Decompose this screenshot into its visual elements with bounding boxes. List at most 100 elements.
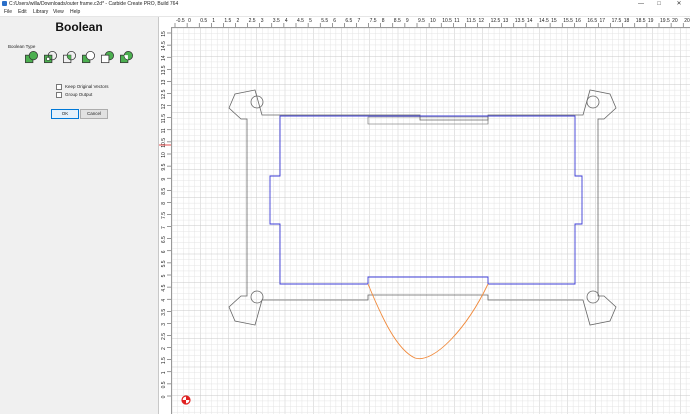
ruler-top-label: 12	[479, 18, 485, 24]
group-output-row: Group Output	[56, 91, 92, 98]
ruler-top-label: 20	[672, 18, 678, 24]
canvas-grid	[172, 28, 690, 414]
boolean-reverse-subtract-icon[interactable]	[100, 50, 115, 65]
ruler-top-label: 4.5	[297, 18, 304, 24]
boolean-exclude-icon[interactable]	[119, 50, 134, 65]
ruler-left-label: 4	[161, 299, 167, 302]
ok-button[interactable]: OK	[51, 109, 79, 119]
ruler-top-label: 4	[285, 18, 288, 24]
ruler-top-label: 9	[406, 18, 409, 24]
panel-title: Boolean	[55, 20, 103, 34]
ruler-top-label: 8	[382, 18, 385, 24]
ruler-top-label: 19	[648, 18, 654, 24]
ruler-top-label: 1.5	[224, 18, 231, 24]
ruler-left-label: 14.5	[161, 41, 167, 51]
ruler-top-label: 15	[551, 18, 557, 24]
boolean-join-icon[interactable]	[43, 50, 58, 65]
ruler-top-label: 6.5	[345, 18, 352, 24]
app-logo-icon	[2, 1, 7, 6]
ruler-top-label: 5.5	[321, 18, 328, 24]
ruler-left-label: 6	[161, 250, 167, 253]
mounting-hole-bottom-right[interactable]	[586, 290, 600, 304]
ruler-top-label: 18	[624, 18, 630, 24]
ruler-top-label: 3.5	[273, 18, 280, 24]
boolean-intersect-icon[interactable]	[62, 50, 77, 65]
ruler-top-label: 14.5	[539, 18, 549, 24]
menu-help[interactable]: Help	[70, 8, 80, 16]
ruler-left-label: 12	[161, 104, 167, 110]
ruler-top-label: 16.5	[587, 18, 597, 24]
ruler-top-label: 1	[212, 18, 215, 24]
ruler-top-label: 13	[503, 18, 509, 24]
menu-file[interactable]: File	[4, 8, 12, 16]
ruler-left-label: 13	[161, 79, 167, 85]
keep-original-row: Keep Original Vectors	[56, 83, 109, 90]
ruler-top-label: 0	[188, 18, 191, 24]
menu-bar: File Edit Library View Help	[0, 8, 690, 17]
top-slot-vector[interactable]	[367, 116, 489, 125]
ruler-top-label: 0.5	[200, 18, 207, 24]
boolean-union-icon[interactable]	[24, 50, 39, 65]
title-bar: C:/Users/willa/Downloads/outer frame.c2d…	[0, 0, 690, 8]
ruler-left-label: 2	[161, 347, 167, 350]
cancel-button[interactable]: Cancel	[80, 109, 108, 119]
minimize-icon[interactable]: —	[634, 0, 648, 8]
ruler-left-label: 9.5	[161, 163, 167, 170]
group-output-label: Group Output	[65, 92, 93, 97]
ruler-top-label: 3	[261, 18, 264, 24]
close-icon[interactable]: ✕	[672, 0, 686, 8]
ruler-left-label: 1	[161, 371, 167, 374]
maximize-icon[interactable]: □	[652, 0, 666, 8]
ruler-left-label: 15	[161, 31, 167, 37]
ruler-corner	[159, 17, 171, 27]
ruler-left-label: 12.5	[161, 89, 167, 99]
ruler-left-label: 11	[161, 128, 167, 133]
mounting-hole-top-right[interactable]	[586, 95, 600, 109]
ruler-top-label: 11	[454, 18, 459, 24]
ruler-top-label: 7.5	[370, 18, 377, 24]
ruler-left-label: 3.5	[161, 309, 167, 316]
ruler-top-label: 14	[527, 18, 533, 24]
keep-original-checkbox[interactable]	[56, 83, 62, 90]
group-output-checkbox[interactable]	[56, 91, 62, 98]
menu-library[interactable]: Library	[33, 8, 48, 16]
menu-edit[interactable]: Edit	[18, 8, 27, 16]
boolean-type-label: Boolean Type	[8, 44, 36, 49]
ruler-left-label: 13.5	[161, 65, 167, 75]
vertical-ruler: 1514.51413.51312.51211.51110.5109.598.58…	[159, 27, 172, 414]
ruler-top-label: 19.5	[660, 18, 670, 24]
ruler-left-label: 5	[161, 274, 167, 277]
ruler-left-label: 14	[161, 55, 167, 61]
ruler-top-label: 13.5	[515, 18, 525, 24]
window-title: C:/Users/willa/Downloads/outer frame.c2d…	[9, 1, 179, 7]
ruler-top-label: 20.5	[684, 18, 690, 24]
design-canvas[interactable]	[172, 28, 690, 414]
menu-view[interactable]: View	[53, 8, 64, 16]
ruler-left-label: 8	[161, 202, 167, 205]
ruler-top-label: 2.5	[249, 18, 256, 24]
boolean-subtract-icon[interactable]	[81, 50, 96, 65]
ruler-left-label: 2.5	[161, 333, 167, 340]
ruler-top-label: 11.5	[466, 18, 476, 24]
ruler-left-label: 10.5	[161, 138, 167, 148]
ruler-top-label: 5	[309, 18, 312, 24]
ruler-left-label: 11.5	[161, 114, 167, 124]
ruler-top-label: -0.5	[176, 18, 185, 24]
ruler-top-label: 12.5	[491, 18, 501, 24]
ruler-top-label: 18.5	[636, 18, 646, 24]
boolean-type-selector	[24, 50, 134, 70]
ruler-top-label: 17.5	[612, 18, 622, 24]
origin-marker	[181, 395, 191, 405]
horizontal-ruler: -0.5 0 0.5 1 1.5 2 2.5 3 3.5 4 4.5 5 5.5 6 6.5 7 7.5 8 8.5…	[171, 17, 690, 28]
ruler-left-label: 7	[161, 226, 167, 229]
ruler-top-label: 16	[575, 18, 581, 24]
ruler-left-label: 3	[161, 323, 167, 326]
ruler-top-label: 8.5	[394, 18, 401, 24]
outer-frame-vector[interactable]	[228, 89, 617, 326]
ruler-top-label: 7	[358, 18, 361, 24]
ruler-top-label: 6	[333, 18, 336, 24]
ruler-top-label: 15.5	[563, 18, 573, 24]
boolean-panel: Boolean Boolean Type Keep Original Vecto…	[0, 17, 159, 414]
ruler-left-label: 4.5	[161, 284, 167, 291]
ruler-left-label: 0.5	[161, 381, 167, 388]
